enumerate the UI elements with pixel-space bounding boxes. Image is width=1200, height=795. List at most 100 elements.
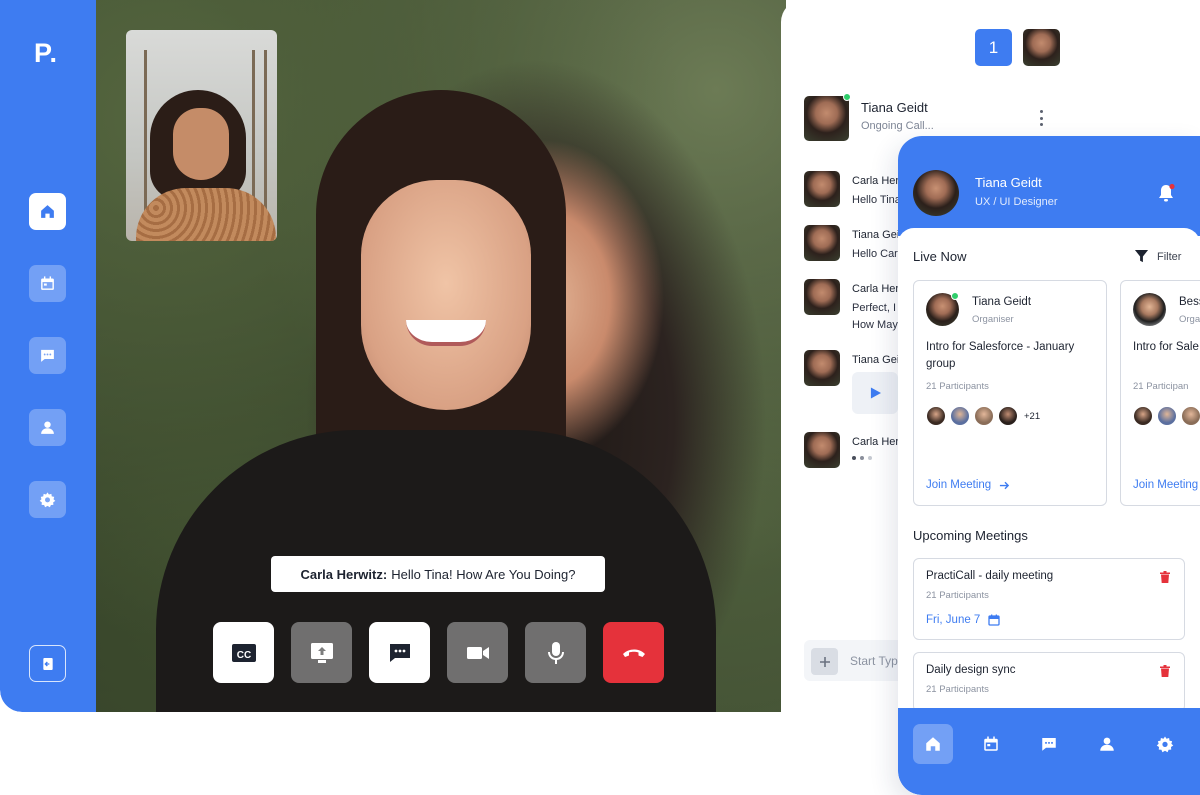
logout-button[interactable]	[29, 645, 66, 682]
end-call-button[interactable]	[603, 622, 664, 683]
profile-avatar[interactable]	[913, 170, 959, 216]
message-avatar	[804, 350, 840, 386]
nav-settings[interactable]	[1145, 724, 1185, 764]
sidebar-item-home[interactable]	[29, 193, 66, 230]
contact-avatar[interactable]	[1023, 29, 1060, 66]
chat-icon	[1042, 738, 1056, 751]
participant-avatar	[1181, 406, 1200, 426]
participant-count: 21 Participan	[1133, 381, 1189, 392]
message-text: Hello Tina	[852, 194, 901, 206]
camera-toggle-button[interactable]	[447, 622, 508, 683]
delete-icon[interactable]	[1160, 571, 1170, 583]
meeting-title: Intro for Sale groupIntro f	[1133, 341, 1200, 353]
arrow-right-icon	[1000, 481, 1010, 489]
mobile-bottom-nav	[898, 708, 1200, 795]
participant-avatar	[974, 406, 994, 426]
notification-bell-icon[interactable]	[1156, 183, 1176, 203]
filter-button[interactable]: Filter	[1134, 249, 1181, 264]
meeting-date: Fri, June 7	[926, 614, 1000, 626]
self-view-video[interactable]	[126, 30, 277, 241]
phone-hangup-icon	[622, 649, 645, 657]
meeting-title: Intro for Salesforce - January group	[926, 341, 1075, 370]
online-indicator	[843, 93, 851, 101]
pip-subject-face	[173, 108, 229, 180]
live-meeting-card[interactable]: Bess Orga Intro for Sale groupIntro f 21…	[1120, 280, 1200, 506]
message-text: How May	[852, 319, 898, 331]
sidebar-item-settings[interactable]	[29, 481, 66, 518]
microphone-icon	[547, 641, 564, 664]
nav-profile[interactable]	[1087, 724, 1127, 764]
sidebar-item-profile[interactable]	[29, 409, 66, 446]
pip-background-palm	[252, 50, 255, 220]
nav-calendar[interactable]	[971, 724, 1011, 764]
chat-icon	[389, 643, 410, 662]
participant-count: 21 Participants	[926, 381, 989, 392]
more-participants: +21	[1024, 410, 1041, 422]
message-sender: Tiana Gei	[852, 354, 900, 366]
pip-background-palm	[144, 50, 147, 220]
play-icon	[870, 387, 881, 399]
home-icon	[41, 205, 54, 218]
sidebar-item-chat[interactable]	[29, 337, 66, 374]
more-options-icon[interactable]	[1038, 110, 1044, 126]
upcoming-meeting-card[interactable]: PractiCall - daily meeting 21 Participan…	[913, 558, 1185, 640]
video-camera-icon	[466, 646, 489, 659]
profile-name: Tiana Geidt	[975, 175, 1042, 190]
participant-avatar	[998, 406, 1018, 426]
active-contact-name: Tiana Geidt	[861, 100, 928, 115]
chat-icon	[41, 349, 54, 362]
sidebar-item-calendar[interactable]	[29, 265, 66, 302]
message-avatar	[804, 279, 840, 315]
message-avatar	[804, 225, 840, 261]
nav-chat[interactable]	[1029, 724, 1069, 764]
mobile-app: Tiana Geidt UX / UI Designer Live Now Fi…	[898, 136, 1200, 795]
organiser-name: Tiana Geidt	[972, 296, 1032, 308]
home-icon	[926, 737, 940, 751]
cc-icon: CC	[231, 643, 256, 662]
meeting-date-label: Fri, June 7	[926, 614, 981, 626]
active-contact-avatar[interactable]	[804, 96, 849, 141]
meeting-title: PractiCall - daily meeting	[926, 570, 1054, 582]
meeting-title: Daily design sync	[926, 664, 1016, 676]
unread-count-badge[interactable]: 1	[975, 29, 1012, 66]
nav-home[interactable]	[913, 724, 953, 764]
participant-avatars	[1133, 406, 1200, 426]
screen-share-button[interactable]	[291, 622, 352, 683]
gear-icon	[39, 492, 56, 508]
voice-message-play-button[interactable]	[852, 372, 898, 414]
participant-avatar	[1133, 406, 1153, 426]
message-text: Perfect, I	[852, 302, 897, 314]
mobile-header: Tiana Geidt UX / UI Designer	[898, 136, 1200, 236]
upcoming-meeting-card[interactable]: Daily design sync 21 Participants	[913, 652, 1185, 712]
chat-button[interactable]	[369, 622, 430, 683]
participant-count: 21 Participants	[926, 590, 989, 601]
participant-avatar	[926, 406, 946, 426]
organiser-avatar	[1133, 293, 1166, 326]
organiser-name: Bess	[1179, 296, 1200, 308]
logout-icon	[42, 657, 53, 670]
screen-share-icon	[310, 642, 333, 663]
pip-background-palm	[264, 50, 267, 220]
message-input-placeholder[interactable]: Start Typ	[850, 654, 898, 668]
microphone-toggle-button[interactable]	[525, 622, 586, 683]
message-text: Hello Carl	[852, 248, 901, 260]
captions-button[interactable]: CC	[213, 622, 274, 683]
join-meeting-link[interactable]: Join Meeting	[1133, 479, 1198, 491]
message-avatar	[804, 432, 840, 468]
join-meeting-label: Join Meeting	[1133, 479, 1199, 491]
organiser-role: Orga	[1179, 314, 1200, 325]
live-meeting-card[interactable]: Tiana Geidt Organiser Intro for Salesfor…	[913, 280, 1107, 506]
live-now-heading: Live Now	[913, 249, 967, 264]
attach-button[interactable]	[811, 648, 838, 675]
calendar-icon	[984, 736, 998, 751]
svg-text:CC: CC	[236, 650, 250, 661]
typing-indicator	[852, 456, 872, 460]
organiser-role: Organiser	[972, 314, 1014, 325]
profile-role: UX / UI Designer	[975, 196, 1058, 208]
user-icon	[41, 421, 54, 434]
delete-icon[interactable]	[1160, 665, 1170, 677]
join-meeting-label: Join Meeting	[926, 479, 992, 491]
sidebar: P.	[0, 0, 96, 712]
join-meeting-link[interactable]: Join Meeting	[926, 479, 1010, 491]
online-indicator	[951, 292, 959, 300]
